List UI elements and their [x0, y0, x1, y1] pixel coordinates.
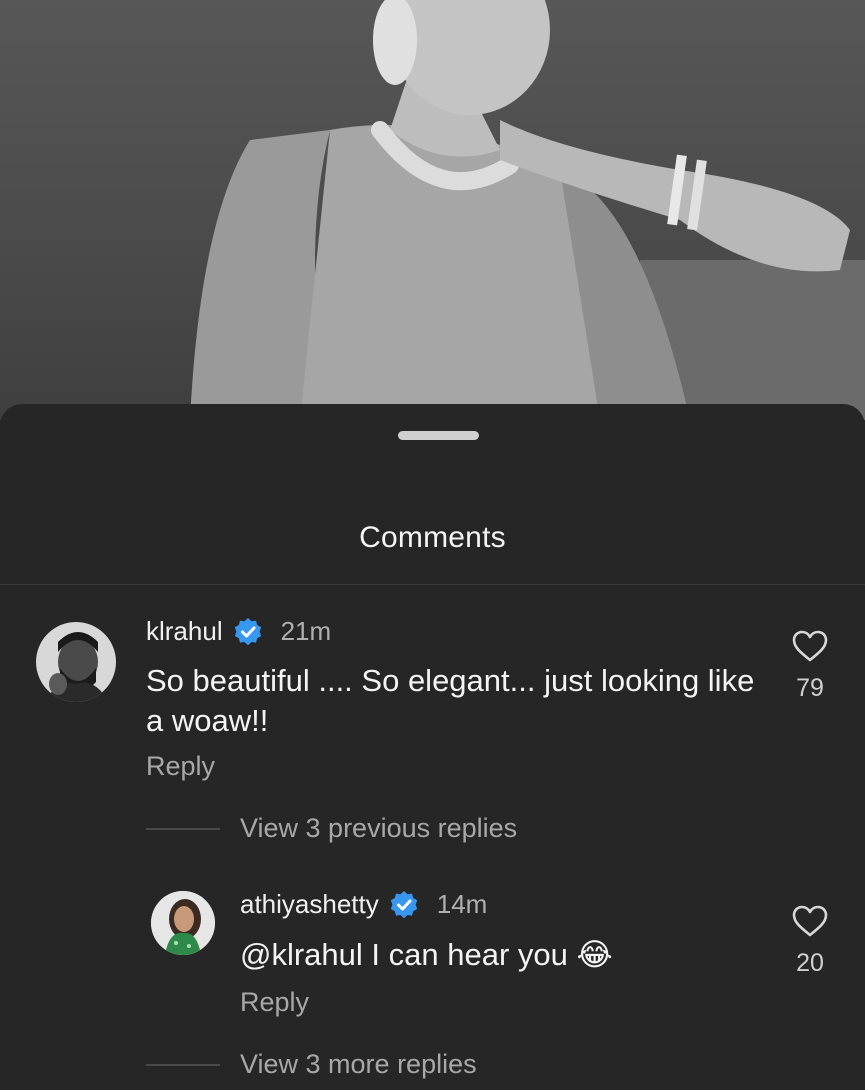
mention-link[interactable]: @klrahul: [240, 937, 363, 972]
laughing-emoji-icon: 😂: [576, 937, 613, 973]
heart-outline-icon[interactable]: [792, 630, 828, 663]
heart-outline-icon[interactable]: [792, 905, 828, 938]
avatar[interactable]: [151, 891, 215, 955]
post-image-background: [0, 0, 865, 420]
comment-text-line-1: So beautiful .... So elegant... just loo…: [146, 663, 755, 698]
drag-handle-icon[interactable]: [398, 431, 479, 440]
comments-title: Comments: [359, 521, 506, 554]
reply-time: 14m: [436, 889, 488, 919]
reply-button[interactable]: Reply: [240, 987, 309, 1018]
view-replies-label[interactable]: View 3 previous replies: [240, 813, 517, 844]
verified-badge-icon: [390, 890, 417, 918]
view-previous-replies[interactable]: View 3 previous replies: [146, 813, 517, 844]
view-more-label[interactable]: View 3 more replies: [240, 1049, 477, 1080]
athiyashetty-avatar-photo: [151, 891, 215, 955]
like-button[interactable]: 79: [790, 630, 830, 703]
view-more-replies[interactable]: View 3 more replies: [146, 1049, 477, 1080]
thread-line: [146, 827, 220, 830]
comment-username[interactable]: klrahul: [146, 616, 223, 647]
comment-text: So beautiful .... So elegant... just loo…: [146, 661, 754, 741]
reply-text-body: I can hear you: [362, 937, 577, 972]
title-divider: [0, 584, 865, 585]
comments-sheet: Comments: [0, 404, 865, 1090]
reply-username[interactable]: athiyashetty: [240, 889, 379, 920]
like-count: 79: [796, 674, 824, 702]
klrahul-avatar-photo: [36, 622, 116, 702]
reply-text: @klrahul I can hear you 😂: [240, 935, 613, 975]
comment-text-line-2: a woaw!!: [146, 703, 269, 738]
comment-time: 21m: [280, 616, 332, 646]
reply-button[interactable]: Reply: [146, 751, 215, 782]
verified-badge-icon: [234, 617, 261, 645]
reply-meta: athiyashetty 14m: [240, 889, 487, 920]
like-count: 20: [796, 949, 824, 977]
comment-meta: klrahul 21m: [146, 616, 331, 647]
avatar[interactable]: [36, 622, 116, 702]
post-photo-illustration: [190, 0, 865, 420]
thread-line: [146, 1063, 220, 1066]
like-button[interactable]: 20: [790, 905, 830, 978]
